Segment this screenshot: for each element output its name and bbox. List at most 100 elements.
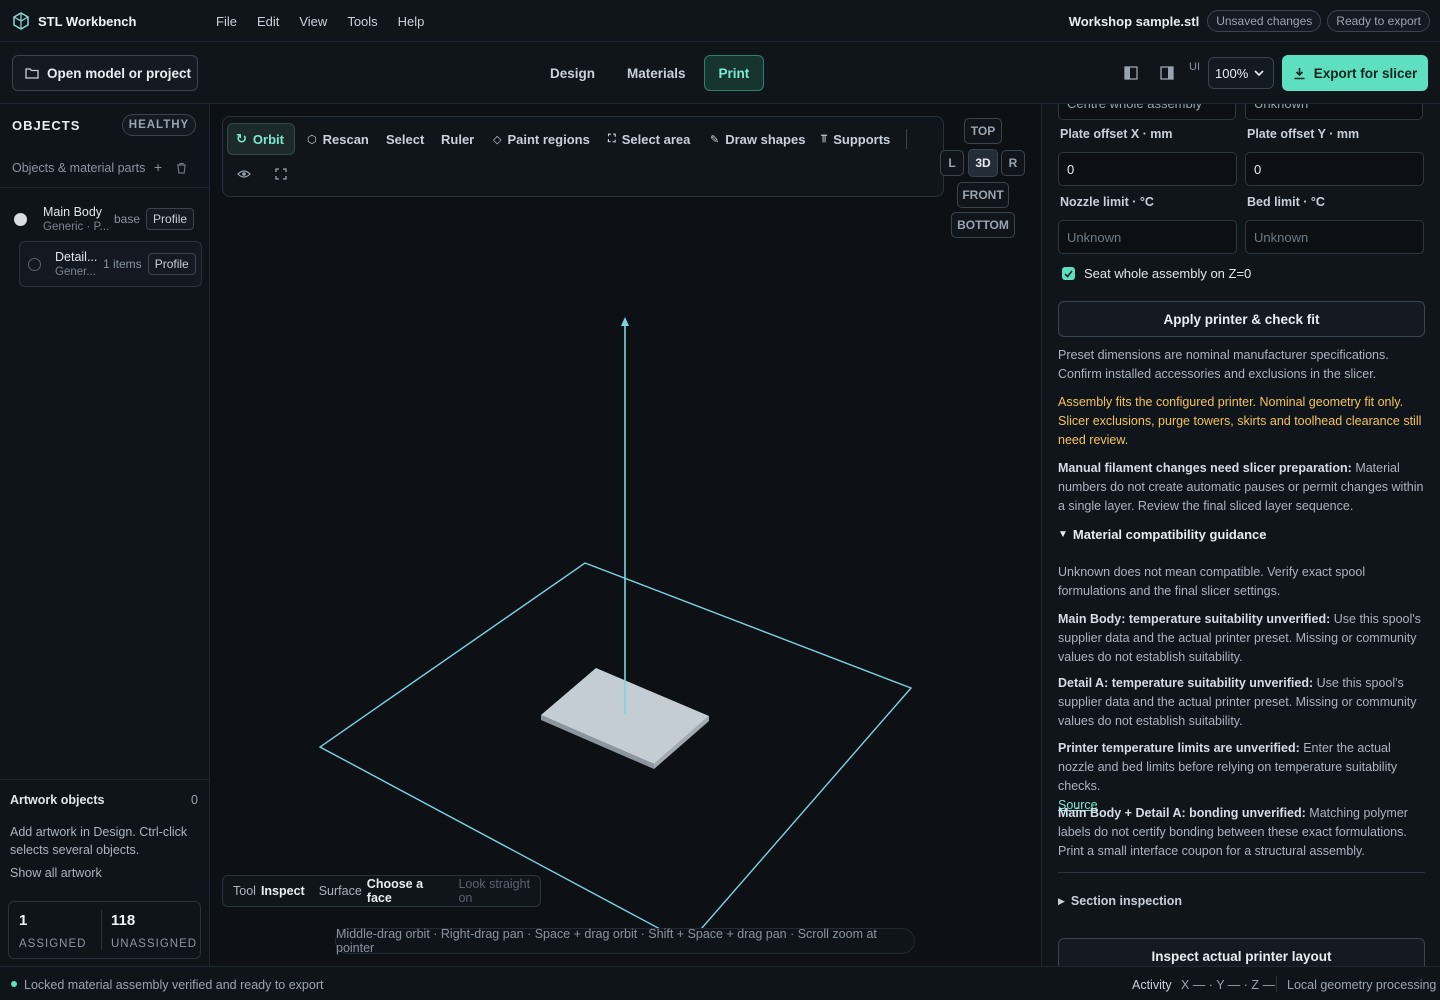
open-model-label: Open model or project — [47, 65, 192, 81]
nozzle-limit-input[interactable]: Unknown — [1058, 220, 1237, 254]
object-row-detail-a[interactable]: Detail... Gener... 1 items Profile — [19, 241, 202, 287]
export-button[interactable]: Export for slicer — [1282, 55, 1428, 91]
inspect-status: Tool Inspect Surface Choose a face Look … — [222, 875, 541, 907]
tool-supports[interactable]: ⫪ Supports — [813, 123, 898, 155]
open-model-button[interactable]: Open model or project — [12, 55, 198, 91]
fullscreen-icon[interactable] — [275, 168, 289, 182]
show-all-artwork-link[interactable]: Show all artwork — [10, 866, 102, 880]
status-ok-dot-icon — [11, 981, 17, 987]
divider — [906, 129, 907, 149]
tool-label: Paint regions — [507, 131, 590, 147]
object-actions: + — [154, 159, 187, 175]
menu-edit[interactable]: Edit — [247, 14, 289, 29]
preset-note: Preset dimensions are nominal manufactur… — [1058, 348, 1389, 381]
navigation-hint: Middle-drag orbit · Right-drag pan · Spa… — [335, 927, 915, 955]
folder-icon — [25, 68, 39, 79]
tool-label: Rescan — [322, 131, 369, 147]
tool-orbit[interactable]: ↻ Orbit — [227, 123, 295, 155]
toggle-left-panel-icon[interactable] — [1117, 59, 1145, 87]
tool-paint-regions[interactable]: ◇ Paint regions — [485, 123, 598, 155]
tab-design[interactable]: Design — [536, 55, 609, 91]
bonding-note: Main Body + Detail A: bonding unverified… — [1058, 804, 1426, 861]
artwork-hint: Add artwork in Design. Ctrl-click select… — [10, 825, 188, 857]
object-row-main-body[interactable]: Main Body Generic · P... base Profile — [14, 197, 200, 241]
seat-assembly-checkbox[interactable] — [1062, 267, 1075, 280]
menu-file[interactable]: File — [206, 14, 247, 29]
bed-limit-input[interactable]: Unknown — [1245, 220, 1424, 254]
plate-offset-y-input[interactable]: 0 — [1245, 152, 1424, 186]
placement-status-field[interactable]: Unknown — [1245, 104, 1423, 120]
tool-rescan[interactable]: ⬡ Rescan — [299, 123, 377, 155]
assigned-label: ASSIGNED — [19, 938, 87, 950]
divider — [0, 779, 209, 780]
tool-select[interactable]: Select — [378, 123, 432, 155]
view-left-button[interactable]: L — [940, 150, 964, 176]
profile-button[interactable]: Profile — [147, 253, 196, 275]
nozzle-limit-label: Nozzle limit · °C — [1060, 195, 1154, 209]
tool-select-area[interactable]: ⛶ Select area — [600, 123, 698, 155]
manual-filament-note: Manual filament changes need slicer prep… — [1058, 459, 1426, 516]
section-inspection-label: Section inspection — [1070, 894, 1183, 908]
menu-help[interactable]: Help — [388, 14, 435, 29]
artwork-heading: Artwork objects — [10, 793, 105, 807]
cursor-coordinates: X — · Y — · Z — — [1181, 978, 1275, 992]
plate-offset-x-label: Plate offset X · mm — [1060, 127, 1173, 141]
caret-right-icon: ▶ — [1058, 896, 1065, 906]
divider — [0, 187, 209, 188]
visibility-eye-icon[interactable] — [237, 167, 255, 183]
tab-print[interactable]: Print — [703, 55, 765, 91]
menu-tools[interactable]: Tools — [337, 14, 387, 29]
unassigned-value: 118 — [111, 912, 136, 929]
apply-printer-button[interactable]: Apply printer & check fit — [1058, 301, 1425, 337]
add-object-icon[interactable]: + — [154, 159, 162, 175]
divider — [1276, 976, 1277, 992]
activity-button[interactable]: Activity — [1132, 978, 1172, 992]
viewport-toolbar: ↻ Orbit ⬡ Rescan Select Ruler ◇ Paint re… — [222, 116, 944, 197]
tool-label: Select area — [621, 131, 691, 147]
view-3d-button[interactable]: 3D — [968, 149, 998, 177]
tab-materials[interactable]: Materials — [613, 55, 700, 91]
objects-subheading: Objects & material parts — [12, 161, 146, 175]
menu-view[interactable]: View — [289, 14, 337, 29]
tool-label: Select — [386, 131, 425, 147]
placement-select[interactable]: Centre whole assembly — [1058, 104, 1236, 120]
tool-status-value: Inspect — [260, 884, 305, 898]
cube-icon: ⬡ — [307, 133, 317, 146]
menu-bar: File Edit View Tools Help — [206, 0, 434, 42]
trash-icon[interactable] — [176, 162, 187, 174]
object-name: Main Body — [43, 205, 103, 219]
caret-down-icon: ▼ — [1058, 529, 1068, 540]
object-material: Gener... — [55, 266, 96, 278]
look-straight-on-button[interactable]: Look straight on — [458, 877, 540, 905]
seat-assembly-label[interactable]: Seat whole assembly on Z=0 — [1084, 266, 1251, 281]
document-filename: Workshop sample.stl — [1068, 13, 1200, 29]
build-plate-scene[interactable] — [210, 104, 1040, 966]
assigned-value: 1 — [19, 912, 28, 929]
tool-draw-shapes[interactable]: ✎ Draw shapes — [702, 123, 813, 155]
compat-guidance-toggle[interactable]: ▼ Material compatibility guidance — [1058, 527, 1267, 542]
print-settings-panel: Centre whole assembly Unknown Plate offs… — [1041, 104, 1440, 966]
view-front-button[interactable]: FRONT — [957, 182, 1009, 208]
plate-offset-x-input[interactable]: 0 — [1058, 152, 1237, 186]
surface-status-label: Surface — [318, 884, 362, 898]
paint-icon: ◇ — [493, 133, 502, 146]
inspect-printer-layout-button[interactable]: Inspect actual printer layout — [1058, 938, 1425, 966]
chevron-down-icon — [1254, 70, 1264, 77]
object-tag: base — [114, 212, 141, 226]
tool-ruler[interactable]: Ruler — [433, 123, 482, 155]
view-top-button[interactable]: TOP — [964, 118, 1002, 144]
object-tag: 1 items — [103, 257, 142, 271]
view-bottom-button[interactable]: BOTTOM — [951, 212, 1015, 238]
section-inspection-toggle[interactable]: ▶ Section inspection — [1058, 894, 1182, 908]
ui-zoom-select[interactable]: 100% — [1208, 57, 1274, 89]
3d-viewport[interactable]: ↻ Orbit ⬡ Rescan Select Ruler ◇ Paint re… — [210, 104, 1040, 966]
profile-button[interactable]: Profile — [146, 208, 195, 230]
view-right-button[interactable]: R — [1001, 150, 1025, 176]
detail-a-temp-heading: Detail A: temperature suitability unveri… — [1058, 676, 1314, 690]
pencil-icon: ✎ — [710, 133, 720, 146]
status-message: Locked material assembly verified and re… — [24, 978, 324, 992]
toggle-right-panel-icon[interactable] — [1153, 59, 1181, 87]
unassigned-label: UNASSIGNED — [111, 938, 198, 950]
download-icon — [1294, 67, 1305, 79]
artwork-count: 0 — [191, 793, 198, 807]
